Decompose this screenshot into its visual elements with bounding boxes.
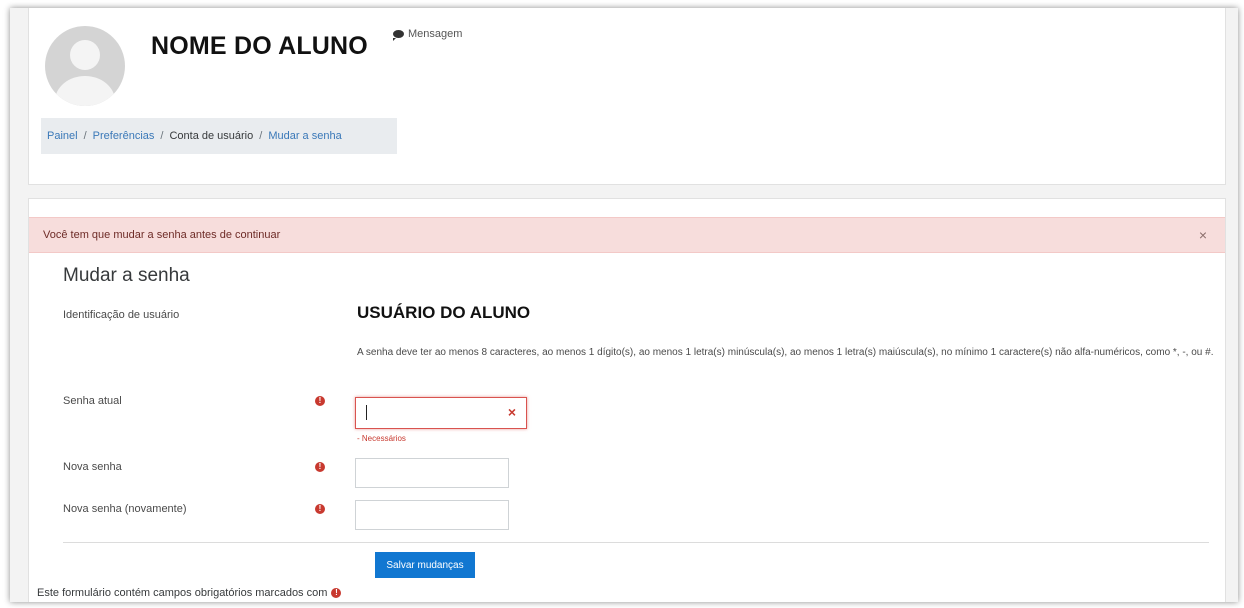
breadcrumb-item-preferencias[interactable]: Preferências (93, 130, 155, 142)
error-x-icon: × (507, 404, 516, 420)
alert-banner: Você tem que mudar a senha antes de cont… (29, 217, 1225, 253)
message-button[interactable]: Mensagem (393, 28, 463, 41)
change-password-card: Você tem que mudar a senha antes de cont… (28, 198, 1226, 602)
student-name: NOME DO ALUNO (151, 32, 368, 60)
current-password-label: Senha atual (63, 395, 122, 407)
avatar (45, 26, 125, 106)
form-title: Mudar a senha (63, 265, 190, 286)
required-icon: ! (315, 504, 325, 514)
page-frame: NOME DO ALUNO Mensagem Painel / Preferên… (10, 8, 1238, 602)
new-password-again-label: Nova senha (novamente) (63, 503, 187, 515)
required-icon: ! (315, 462, 325, 472)
text-cursor (366, 405, 367, 420)
new-password-field[interactable] (355, 458, 509, 488)
avatar-head (70, 40, 100, 70)
password-rules: A senha deve ter ao menos 8 caracteres, … (357, 347, 1214, 358)
chat-bubble-icon (393, 30, 404, 41)
breadcrumb-item-conta: Conta de usuário (169, 130, 254, 142)
required-fields-note: Este formulário contém campos obrigatóri… (37, 587, 342, 599)
save-changes-button[interactable]: Salvar mudanças (375, 552, 475, 578)
close-icon[interactable]: × (1199, 227, 1207, 243)
breadcrumb-item-painel[interactable]: Painel (47, 130, 78, 142)
message-label: Mensagem (408, 28, 463, 40)
breadcrumb-separator: / (259, 130, 263, 142)
current-password-field[interactable]: × (355, 397, 527, 429)
breadcrumb-item-mudar-senha[interactable]: Mudar a senha (268, 130, 341, 142)
username-value: USUÁRIO DO ALUNO (357, 303, 531, 322)
breadcrumb-separator: / (160, 130, 164, 142)
breadcrumb: Painel / Preferências / Conta de usuário… (41, 118, 397, 154)
breadcrumb-separator: / (83, 130, 87, 142)
required-icon: ! (331, 588, 342, 598)
form-divider (63, 542, 1209, 543)
current-password-error: - Necessários (357, 434, 406, 443)
required-fields-note-text: Este formulário contém campos obrigatóri… (37, 587, 328, 599)
username-label: Identificação de usuário (63, 309, 180, 321)
new-password-again-field[interactable] (355, 500, 509, 530)
profile-header: NOME DO ALUNO Mensagem Painel / Preferên… (28, 8, 1226, 185)
new-password-label: Nova senha (63, 461, 122, 473)
alert-text: Você tem que mudar a senha antes de cont… (43, 229, 281, 241)
avatar-body (55, 76, 115, 106)
required-icon: ! (315, 396, 325, 406)
